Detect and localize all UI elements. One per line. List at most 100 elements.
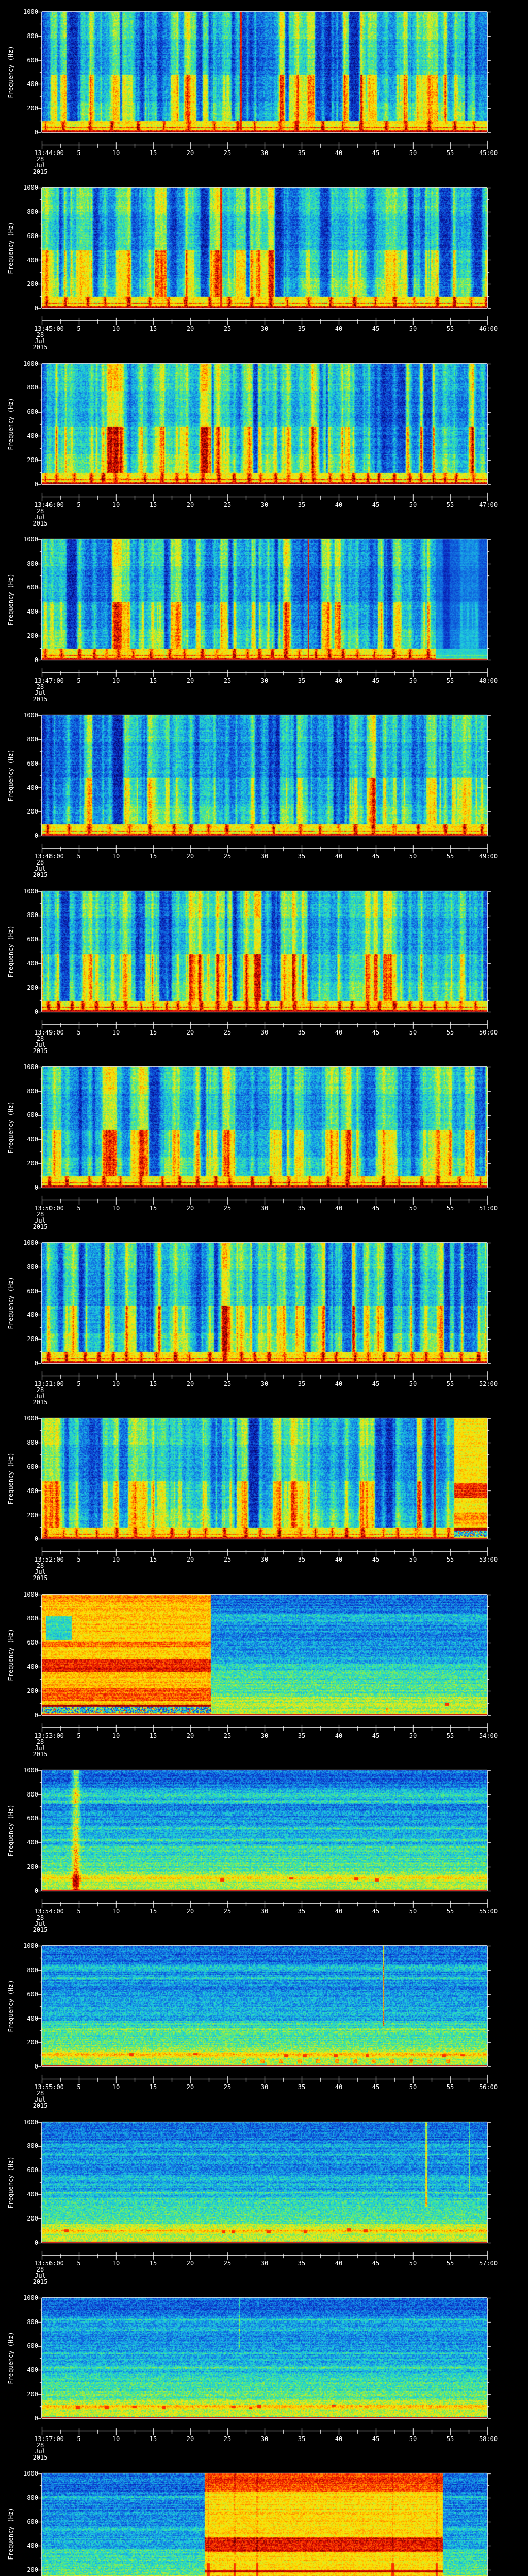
y-tick-label: 0 — [34, 1008, 38, 1015]
x-tick-label: 45 — [372, 2083, 380, 2091]
x-tick-label: 5 — [77, 149, 81, 157]
x-tick-label: 25 — [223, 149, 232, 157]
x-tick-label: 5 — [77, 325, 81, 333]
y-tick-label: 1000 — [23, 1063, 38, 1071]
spectrogram-panel: Frequency (Hz) 13:57:00 28 Jul 2015 58:0… — [0, 2285, 528, 2462]
x-tick-label: 10 — [112, 1907, 120, 1915]
end-time-label: 54:00 — [478, 1732, 498, 1739]
x-tick-label: 55 — [446, 1556, 454, 1564]
x-tick-label: 5 — [77, 1204, 81, 1212]
y-tick-label: 0 — [34, 832, 38, 840]
end-time-label: 46:00 — [478, 325, 498, 333]
x-tick-label: 15 — [149, 501, 157, 509]
frequency-axis-label: Frequency (Hz) — [7, 1277, 14, 1329]
y-tick-label: 1000 — [23, 184, 38, 192]
y-tick-label: 600 — [27, 2166, 38, 2174]
x-tick-label: 20 — [186, 501, 194, 509]
x-tick-label: 25 — [223, 2083, 232, 2091]
y-tick-label: 400 — [27, 2190, 38, 2198]
x-tick-label: 20 — [186, 2435, 194, 2443]
y-tick-label: 400 — [27, 1839, 38, 1846]
frequency-axis-label: Frequency (Hz) — [7, 2332, 14, 2384]
x-tick-label: 10 — [112, 1028, 120, 1036]
x-tick-label: 55 — [446, 1907, 454, 1915]
frequency-axis-label: Frequency (Hz) — [7, 1101, 14, 1154]
x-tick-label: 10 — [112, 1380, 120, 1388]
x-tick-label: 50 — [409, 1380, 417, 1388]
x-tick-label: 40 — [335, 1556, 343, 1564]
y-tick-label: 800 — [27, 208, 38, 216]
x-tick-label: 35 — [298, 1380, 306, 1388]
x-tick-label: 35 — [298, 1556, 306, 1564]
x-tick-label: 10 — [112, 325, 120, 333]
y-tick-label: 0 — [34, 656, 38, 664]
x-tick-label: 10 — [112, 2435, 120, 2443]
x-tick-label: 55 — [446, 676, 454, 684]
x-tick-label: 40 — [335, 2259, 343, 2267]
end-time-label: 45:00 — [478, 149, 498, 157]
y-tick-label: 200 — [27, 456, 38, 464]
x-tick-label: 10 — [112, 1556, 120, 1564]
y-tick-label: 200 — [27, 1335, 38, 1343]
x-tick-label: 30 — [260, 1204, 269, 1212]
end-time-label: 47:00 — [478, 501, 498, 509]
x-tick-label: 5 — [77, 1028, 81, 1036]
end-time-label: 55:00 — [478, 1907, 498, 1915]
y-tick-label: 200 — [27, 1863, 38, 1871]
spectrogram-panel: Frequency (Hz) 13:45:00 28 Jul 2015 46:0… — [0, 176, 528, 352]
x-tick-label: 15 — [149, 1028, 157, 1036]
y-tick-label: 800 — [27, 735, 38, 743]
y-tick-label: 600 — [27, 408, 38, 416]
x-tick-label: 15 — [149, 2435, 157, 2443]
y-tick-label: 400 — [27, 784, 38, 791]
x-tick-label: 45 — [372, 1204, 380, 1212]
y-tick-label: 1000 — [23, 8, 38, 15]
spectrogram-panel: Frequency (Hz) 13:46:00 28 Jul 2015 47:0… — [0, 351, 528, 528]
y-tick-label: 800 — [27, 384, 38, 392]
y-tick-label: 1000 — [23, 1766, 38, 1774]
end-time-label: 58:00 — [478, 2435, 498, 2443]
x-tick-label: 10 — [112, 149, 120, 157]
date-label: 28 Jul 2015 — [32, 859, 48, 879]
frequency-axis-label: Frequency (Hz) — [7, 749, 14, 802]
x-tick-label: 40 — [335, 676, 343, 684]
x-tick-label: 15 — [149, 1732, 157, 1739]
y-tick-label: 200 — [27, 2039, 38, 2046]
x-tick-label: 45 — [372, 676, 380, 684]
x-tick-label: 40 — [335, 853, 343, 860]
x-tick-label: 40 — [335, 149, 343, 157]
x-tick-label: 55 — [446, 1028, 454, 1036]
x-tick-label: 15 — [149, 1907, 157, 1915]
x-tick-label: 40 — [335, 1028, 343, 1036]
x-tick-label: 35 — [298, 501, 306, 509]
y-tick-label: 800 — [27, 2142, 38, 2150]
date-label: 28 Jul 2015 — [32, 1738, 48, 1758]
y-tick-label: 1000 — [23, 1239, 38, 1247]
frequency-axis-label: Frequency (Hz) — [7, 1452, 14, 1505]
x-tick-label: 55 — [446, 501, 454, 509]
x-tick-label: 50 — [409, 2435, 417, 2443]
x-tick-label: 15 — [149, 149, 157, 157]
y-tick-label: 400 — [27, 608, 38, 616]
x-tick-label: 55 — [446, 149, 454, 157]
y-tick-label: 600 — [27, 1463, 38, 1470]
y-tick-label: 400 — [27, 959, 38, 967]
x-tick-label: 50 — [409, 2259, 417, 2267]
y-tick-label: 200 — [27, 1511, 38, 1519]
spectrogram-panel: Frequency (Hz) 13:48:00 28 Jul 2015 49:0… — [0, 703, 528, 879]
y-tick-label: 1000 — [23, 2294, 38, 2301]
x-tick-label: 50 — [409, 1556, 417, 1564]
y-tick-label: 800 — [27, 1087, 38, 1095]
x-tick-label: 30 — [260, 1556, 269, 1564]
x-tick-label: 20 — [186, 1204, 194, 1212]
y-tick-label: 400 — [27, 80, 38, 88]
x-tick-label: 50 — [409, 676, 417, 684]
x-tick-label: 5 — [77, 676, 81, 684]
frequency-axis-label: Frequency (Hz) — [7, 1980, 14, 2032]
y-tick-label: 400 — [27, 2366, 38, 2374]
y-tick-label: 800 — [27, 1263, 38, 1270]
date-label: 28 Jul 2015 — [32, 1386, 48, 1406]
spectrogram-panel: Frequency (Hz) 13:47:00 28 Jul 2015 48:0… — [0, 527, 528, 703]
x-tick-label: 55 — [446, 853, 454, 860]
x-tick-label: 10 — [112, 501, 120, 509]
